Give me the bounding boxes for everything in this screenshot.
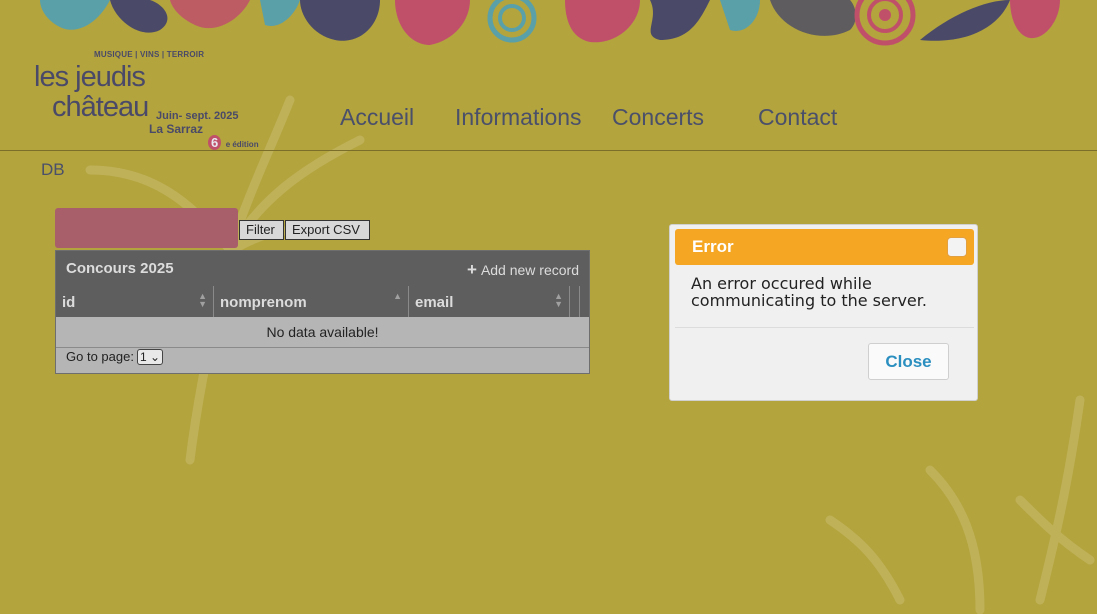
nav-item-informations[interactable]: Informations <box>455 104 582 131</box>
page-select-value: 1 <box>139 350 147 364</box>
logo-edition-number: 6 <box>208 135 222 150</box>
logo-place: La Sarraz <box>149 122 204 136</box>
filter-button[interactable]: Filter <box>239 220 284 240</box>
add-new-record-label: Add new record <box>480 262 579 278</box>
pager-label: Go to page: <box>66 349 134 364</box>
error-dialog-message: An error occured while communicating to … <box>691 274 927 310</box>
empty-message: No data available! <box>56 317 589 348</box>
error-dialog-header: Error <box>675 229 974 265</box>
page-select[interactable]: 1 ⌄ <box>136 349 164 365</box>
table-title-bar: Concours 2025 + Add new record <box>56 251 589 286</box>
sort-icon: ▲ ▼ <box>198 291 207 309</box>
error-dialog-divider <box>675 327 974 328</box>
export-csv-button[interactable]: Export CSV <box>285 220 370 240</box>
column-label: id <box>62 294 76 311</box>
sort-icon: ▲ ▼ <box>554 291 563 309</box>
column-label: email <box>415 294 454 311</box>
column-header-spacer <box>570 286 580 317</box>
logo-dates: Juin- sept. 2025 <box>156 110 239 122</box>
close-icon[interactable] <box>947 237 967 257</box>
filter-input[interactable] <box>55 208 238 248</box>
logo-edition-suffix: e édition <box>225 140 259 149</box>
column-label: nomprenom <box>220 294 307 311</box>
nav-item-accueil[interactable]: Accueil <box>340 104 414 131</box>
section-label: DB <box>41 160 65 179</box>
pager: Go to page: 1 ⌄ <box>66 349 164 365</box>
add-new-record-button[interactable]: + Add new record <box>467 260 579 280</box>
nav-item-concerts[interactable]: Concerts <box>612 104 704 131</box>
plus-icon: + <box>467 260 477 279</box>
logo-line-2: château <box>52 91 149 123</box>
table-title: Concours 2025 <box>66 260 174 277</box>
logo-tagline: MUSIQUE | VINS | TERROIR <box>94 50 205 59</box>
column-header-nomprenom[interactable]: nomprenom ▲ <box>214 286 409 317</box>
column-header-id[interactable]: id ▲ ▼ <box>56 286 214 317</box>
data-table: Concours 2025 + Add new record id ▲ ▼ nomp… <box>55 250 590 374</box>
column-header-email[interactable]: email ▲ ▼ <box>409 286 570 317</box>
nav-divider <box>0 150 1097 151</box>
error-dialog-title: Error <box>692 237 734 256</box>
festival-logo[interactable]: MUSIQUE | VINS | TERROIR les jeudis chât… <box>32 48 262 153</box>
close-button[interactable]: Close <box>868 343 949 380</box>
nav-item-contact[interactable]: Contact <box>758 104 837 131</box>
chevron-down-icon: ⌄ <box>149 350 161 364</box>
table-header-row: id ▲ ▼ nomprenom ▲ email ▲ ▼ <box>56 286 589 317</box>
sort-icon: ▲ <box>393 291 402 301</box>
logo-line-1: les jeudis <box>34 61 146 93</box>
error-dialog: Error An error occured while communicati… <box>669 224 978 401</box>
